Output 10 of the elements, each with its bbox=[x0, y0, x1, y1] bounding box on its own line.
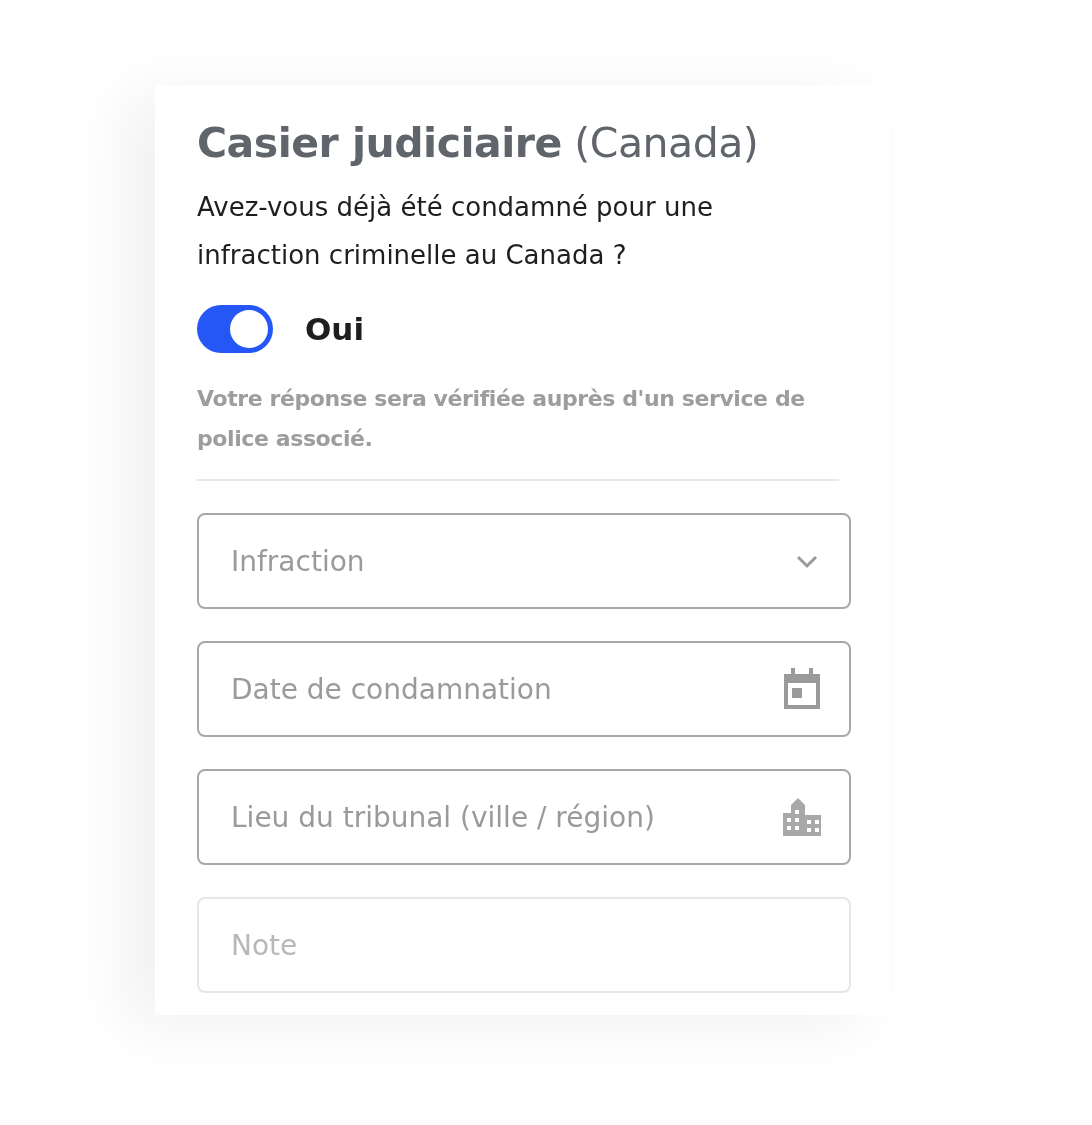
select-field[interactable]: Infraction bbox=[197, 513, 851, 609]
building-icon bbox=[783, 798, 821, 836]
input-field[interactable]: Date de condamnation bbox=[197, 641, 851, 737]
toggle-switch[interactable] bbox=[197, 305, 273, 353]
question-text: Avez-vous déjà été condamné pour une infraction criminelle au Canada ? bbox=[197, 191, 714, 272]
toggle-label: Oui bbox=[305, 311, 365, 347]
notice-text: Votre réponse sera vérifiée auprès d'un service de police associé. bbox=[197, 385, 806, 453]
calendar-icon bbox=[783, 668, 821, 710]
form-title: Casier judiciaire (Canada) bbox=[197, 119, 760, 167]
input-field[interactable]: Lieu du tribunal (ville / région) bbox=[197, 769, 851, 865]
